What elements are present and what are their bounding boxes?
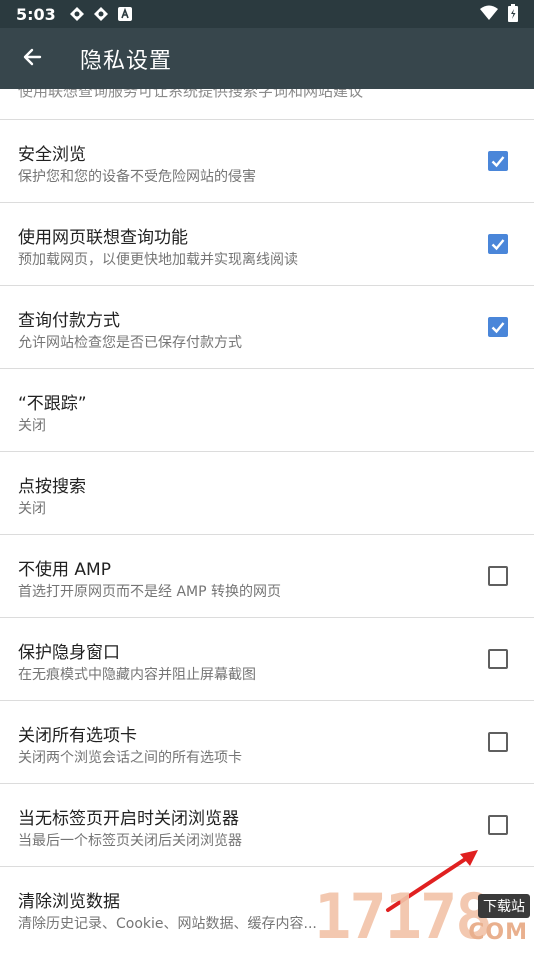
close-browser-checkbox[interactable] [488,815,508,835]
payment-methods-checkbox[interactable] [488,317,508,337]
page-title: 隐私设置 [80,48,173,74]
partial-row-text: 使用联想查询服务可让系统提供搜索字词和网站建议 [18,89,364,100]
setting-subtitle: 关闭 [18,501,46,517]
safe-browsing-checkbox[interactable] [488,151,508,171]
setting-safe-browsing[interactable]: 安全浏览 保护您和您的设备不受危险网站的侵害 [0,120,534,203]
watermark-logo: 17178 下载站 COM [300,880,534,953]
watermark-text: 17178 [314,880,493,953]
setting-subtitle: 关闭 [18,418,46,434]
setting-title: 查询付款方式 [18,311,120,331]
setting-title: 清除浏览数据 [18,892,120,912]
watermark-domain: COM [468,920,528,945]
setting-subtitle: 关闭两个浏览会话之间的所有选项卡 [18,750,242,766]
setting-title: “不跟踪” [18,394,87,414]
setting-subtitle: 清除历史记录、Cookie、网站数据、缓存内容... [18,916,317,932]
setting-preload-pages[interactable]: 使用网页联想查询功能 预加载网页，以便更快地加载并实现离线阅读 [0,203,534,286]
bubble-icon [92,5,110,23]
setting-tap-to-search[interactable]: 点按搜索 关闭 [0,452,534,535]
setting-subtitle: 在无痕模式中隐藏内容并阻止屏幕截图 [18,667,256,683]
preload-pages-checkbox[interactable] [488,234,508,254]
a-square-icon [116,5,134,23]
setting-close-all-tabs[interactable]: 关闭所有选项卡 关闭两个浏览会话之间的所有选项卡 [0,701,534,784]
arrow-left-icon [22,47,42,71]
setting-no-amp[interactable]: 不使用 AMP 首选打开原网页而不是经 AMP 转换的网页 [0,535,534,618]
setting-subtitle: 预加载网页，以便更快地加载并实现离线阅读 [18,252,298,268]
status-time: 5:03 [16,4,56,24]
close-all-tabs-checkbox[interactable] [488,732,508,752]
setting-do-not-track[interactable]: “不跟踪” 关闭 [0,369,534,452]
status-bar: 5:03 [0,0,534,28]
wifi-icon [480,5,498,25]
setting-protect-incognito[interactable]: 保护隐身窗口 在无痕模式中隐藏内容并阻止屏幕截图 [0,618,534,701]
partial-setting-row[interactable]: 使用联想查询服务可让系统提供搜索字词和网站建议 [0,89,534,120]
setting-title: 安全浏览 [18,145,86,165]
watermark-badge: 下载站 [478,894,530,918]
setting-title: 关闭所有选项卡 [18,726,137,746]
back-button[interactable] [0,28,64,89]
settings-list: 使用联想查询服务可让系统提供搜索字词和网站建议 安全浏览 保护您和您的设备不受危… [0,89,534,950]
setting-subtitle: 允许网站检查您是否已保存付款方式 [18,335,242,351]
setting-title: 点按搜索 [18,477,86,497]
setting-subtitle: 保护您和您的设备不受危险网站的侵害 [18,169,256,185]
setting-title: 不使用 AMP [18,560,111,580]
setting-subtitle: 首选打开原网页而不是经 AMP 转换的网页 [18,584,281,600]
setting-title: 使用网页联想查询功能 [18,228,188,248]
setting-payment-methods[interactable]: 查询付款方式 允许网站检查您是否已保存付款方式 [0,286,534,369]
no-amp-checkbox[interactable] [488,566,508,586]
battery-icon [508,4,518,26]
setting-subtitle: 当最后一个标签页关闭后关闭浏览器 [18,833,242,849]
app-toolbar: 隐私设置 [0,28,534,89]
setting-title: 保护隐身窗口 [18,643,120,663]
protect-incognito-checkbox[interactable] [488,649,508,669]
setting-title: 当无标签页开启时关闭浏览器 [18,809,239,829]
bubble-icon [68,5,86,23]
